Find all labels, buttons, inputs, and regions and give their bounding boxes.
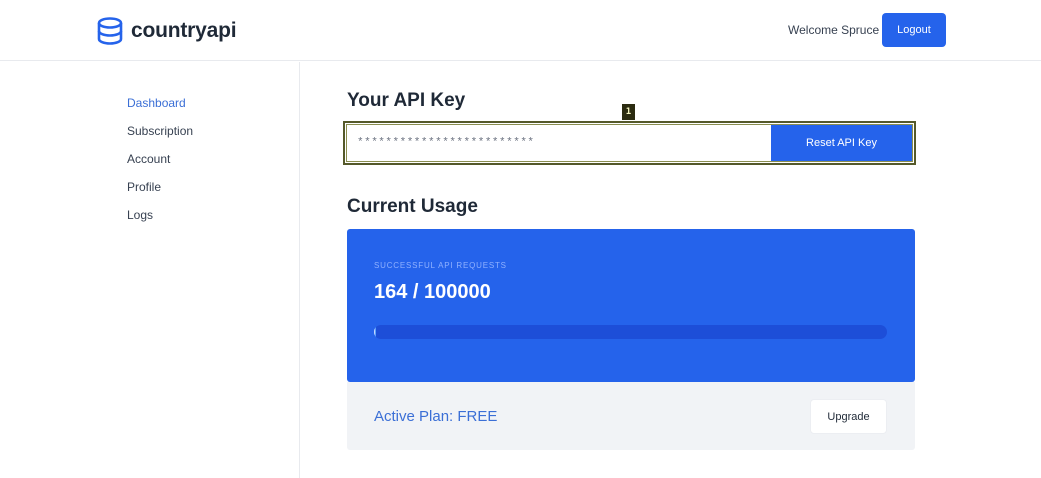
brand-name: countryapi	[131, 19, 237, 42]
logout-button[interactable]: Logout	[882, 13, 946, 47]
brand-logo[interactable]: countryapi	[95, 16, 237, 46]
sidebar-item-dashboard[interactable]: Dashboard	[127, 96, 186, 110]
sidebar-item-logs[interactable]: Logs	[127, 208, 153, 222]
usage-progress-bar	[374, 325, 887, 339]
database-icon	[97, 17, 123, 45]
sidebar-item-subscription[interactable]: Subscription	[127, 124, 193, 138]
element-marker: 1	[622, 104, 635, 120]
upgrade-button[interactable]: Upgrade	[810, 399, 887, 434]
current-usage-title: Current Usage	[347, 196, 478, 217]
active-plan-text: Active Plan: FREE	[374, 408, 498, 425]
usage-value: 164 / 100000	[374, 281, 491, 303]
top-header: countryapi Welcome Spruce Logout	[0, 0, 1041, 61]
usage-progress-fill	[374, 325, 376, 339]
sidebar-item-profile[interactable]: Profile	[127, 180, 161, 194]
api-key-box: ************************* Reset API Key	[343, 121, 916, 165]
api-key-inner: ************************* Reset API Key	[346, 124, 913, 162]
api-key-title: Your API Key	[347, 90, 466, 111]
sidebar-item-account[interactable]: Account	[127, 152, 170, 166]
api-key-field[interactable]: *************************	[347, 125, 771, 161]
usage-label: SUCCESSFUL API REQUESTS	[374, 261, 507, 270]
sidebar: Dashboard Subscription Account Profile L…	[0, 62, 300, 478]
welcome-text: Welcome Spruce	[788, 23, 880, 37]
reset-api-key-button[interactable]: Reset API Key	[771, 125, 912, 161]
plan-bar: Active Plan: FREE Upgrade	[347, 382, 915, 450]
usage-card: SUCCESSFUL API REQUESTS 164 / 100000	[347, 229, 915, 382]
